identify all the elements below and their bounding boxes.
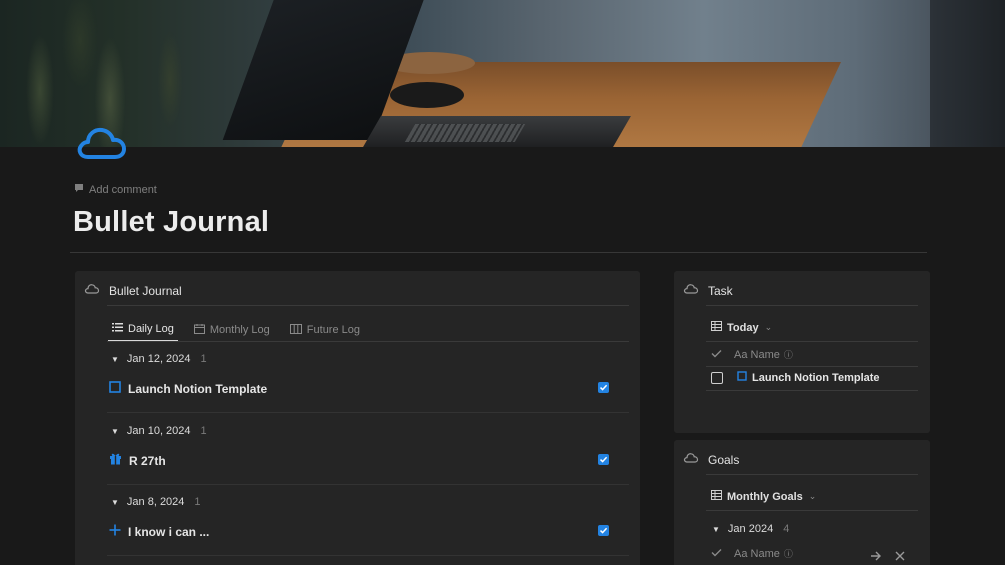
group-count: 4 bbox=[783, 523, 790, 535]
header-divider bbox=[706, 366, 918, 367]
page-title[interactable]: Bullet Journal bbox=[73, 206, 269, 239]
task-row[interactable]: Launch Notion Template bbox=[711, 371, 880, 384]
table-header: Aa Name ⓘ bbox=[711, 348, 793, 361]
task-heading-label: Task bbox=[708, 283, 733, 298]
goals-group-header[interactable]: ▼ Jan 2024 4 bbox=[712, 523, 789, 535]
cloud-outline-icon bbox=[84, 283, 100, 298]
journal-card-title: I know i can ... bbox=[128, 525, 210, 539]
comment-icon bbox=[74, 183, 84, 196]
goals-heading[interactable]: Goals bbox=[683, 452, 739, 467]
group-header[interactable]: ▼ Jan 8, 2024 1 bbox=[111, 496, 201, 508]
board-icon bbox=[289, 323, 302, 337]
cloud-outline-icon bbox=[683, 283, 699, 298]
chevron-down-icon: ⌄ bbox=[764, 322, 773, 332]
goals-table-header: Aa Name ⓘ bbox=[711, 547, 793, 560]
plus-icon bbox=[109, 523, 121, 541]
check-icon bbox=[711, 548, 722, 560]
info-icon: ⓘ bbox=[783, 549, 793, 559]
view-label: Today bbox=[727, 321, 759, 334]
triangle-down-icon[interactable]: ▼ bbox=[111, 427, 119, 436]
group-count: 1 bbox=[200, 425, 207, 437]
table-icon bbox=[711, 321, 722, 334]
cover-keyboard bbox=[404, 124, 526, 142]
close-icon[interactable] bbox=[895, 548, 905, 565]
info-icon: ⓘ bbox=[783, 350, 793, 360]
journal-card[interactable]: R 27th bbox=[107, 441, 629, 481]
name-column-header[interactable]: Aa Name bbox=[734, 548, 780, 560]
gift-icon bbox=[109, 452, 122, 470]
task-panel: Task Today ⌄ Aa Name ⓘ Launch Notion Tem… bbox=[674, 271, 930, 433]
page-cover-image bbox=[0, 0, 1005, 147]
tab-daily-log-label: Daily Log bbox=[128, 323, 174, 335]
triangle-down-icon[interactable]: ▼ bbox=[712, 525, 720, 534]
title-divider bbox=[70, 252, 927, 253]
list-icon bbox=[112, 323, 123, 335]
checkbox-checked-icon[interactable] bbox=[598, 454, 609, 465]
name-column-header[interactable]: Aa Name bbox=[734, 349, 780, 361]
chevron-down-icon: ⌄ bbox=[808, 491, 817, 501]
triangle-down-icon[interactable]: ▼ bbox=[111, 355, 119, 364]
journal-card-title: R 27th bbox=[129, 454, 166, 468]
arrow-right-icon[interactable] bbox=[870, 548, 882, 565]
calendar-icon bbox=[193, 323, 205, 337]
row-divider bbox=[706, 390, 918, 391]
task-checkbox[interactable] bbox=[711, 371, 723, 384]
square-icon bbox=[109, 380, 121, 398]
goals-heading-label: Goals bbox=[708, 452, 740, 467]
view-selector-today[interactable]: Today ⌄ bbox=[711, 321, 772, 334]
heading-divider bbox=[706, 305, 918, 306]
tab-future-log-label: Future Log bbox=[306, 324, 360, 336]
bullet-journal-heading-label: Bullet Journal bbox=[109, 283, 182, 298]
tab-monthly-log[interactable]: Monthly Log bbox=[190, 318, 274, 342]
view-divider bbox=[706, 510, 918, 511]
heading-divider bbox=[107, 305, 629, 306]
cloud-outline-icon bbox=[683, 452, 699, 467]
cover-window-blind bbox=[930, 0, 1005, 147]
bullet-journal-heading[interactable]: Bullet Journal bbox=[84, 283, 182, 298]
tab-future-log[interactable]: Future Log bbox=[286, 318, 364, 342]
tabs-divider bbox=[107, 341, 629, 342]
group-date: Jan 10, 2024 bbox=[126, 425, 191, 437]
triangle-down-icon[interactable]: ▼ bbox=[111, 498, 119, 507]
add-comment-button[interactable]: Add comment bbox=[74, 183, 157, 196]
group-date: Jan 8, 2024 bbox=[126, 496, 185, 508]
group-count: 1 bbox=[200, 353, 207, 365]
group-date: Jan 2024 bbox=[727, 523, 774, 535]
row-divider bbox=[107, 412, 629, 413]
group-date: Jan 12, 2024 bbox=[126, 353, 191, 365]
row-divider bbox=[107, 484, 629, 485]
group-header[interactable]: ▼ Jan 12, 2024 1 bbox=[111, 353, 207, 365]
checkbox-checked-icon[interactable] bbox=[598, 382, 609, 393]
row-divider bbox=[107, 555, 629, 556]
heading-divider bbox=[706, 474, 918, 475]
bullet-journal-panel: Bullet Journal Daily Log Monthly Log Fut… bbox=[75, 271, 640, 565]
journal-card[interactable]: Launch Notion Template bbox=[107, 369, 629, 409]
add-comment-label: Add comment bbox=[89, 183, 157, 196]
group-count: 1 bbox=[194, 496, 201, 508]
goals-panel: Goals Monthly Goals ⌄ ▼ Jan 2024 4 Aa Na… bbox=[674, 440, 930, 565]
view-selector-monthly-goals[interactable]: Monthly Goals ⌄ bbox=[711, 490, 816, 503]
table-icon bbox=[711, 490, 722, 503]
task-title: Launch Notion Template bbox=[752, 371, 880, 384]
journal-card[interactable]: I know i can ... bbox=[107, 512, 629, 552]
cloud-icon[interactable] bbox=[74, 124, 130, 164]
tab-monthly-log-label: Monthly Log bbox=[209, 324, 270, 336]
task-heading[interactable]: Task bbox=[683, 283, 733, 298]
group-header[interactable]: ▼ Jan 10, 2024 1 bbox=[111, 425, 207, 437]
view-tabs: Daily Log Monthly Log Future Log bbox=[108, 318, 364, 342]
check-icon bbox=[711, 349, 722, 361]
view-divider bbox=[706, 341, 918, 342]
square-icon bbox=[737, 371, 747, 384]
journal-card-title: Launch Notion Template bbox=[128, 382, 268, 396]
view-label: Monthly Goals bbox=[727, 490, 803, 503]
cover-mouse bbox=[390, 82, 464, 108]
checkbox-checked-icon[interactable] bbox=[598, 525, 609, 536]
tab-daily-log[interactable]: Daily Log bbox=[108, 318, 178, 342]
